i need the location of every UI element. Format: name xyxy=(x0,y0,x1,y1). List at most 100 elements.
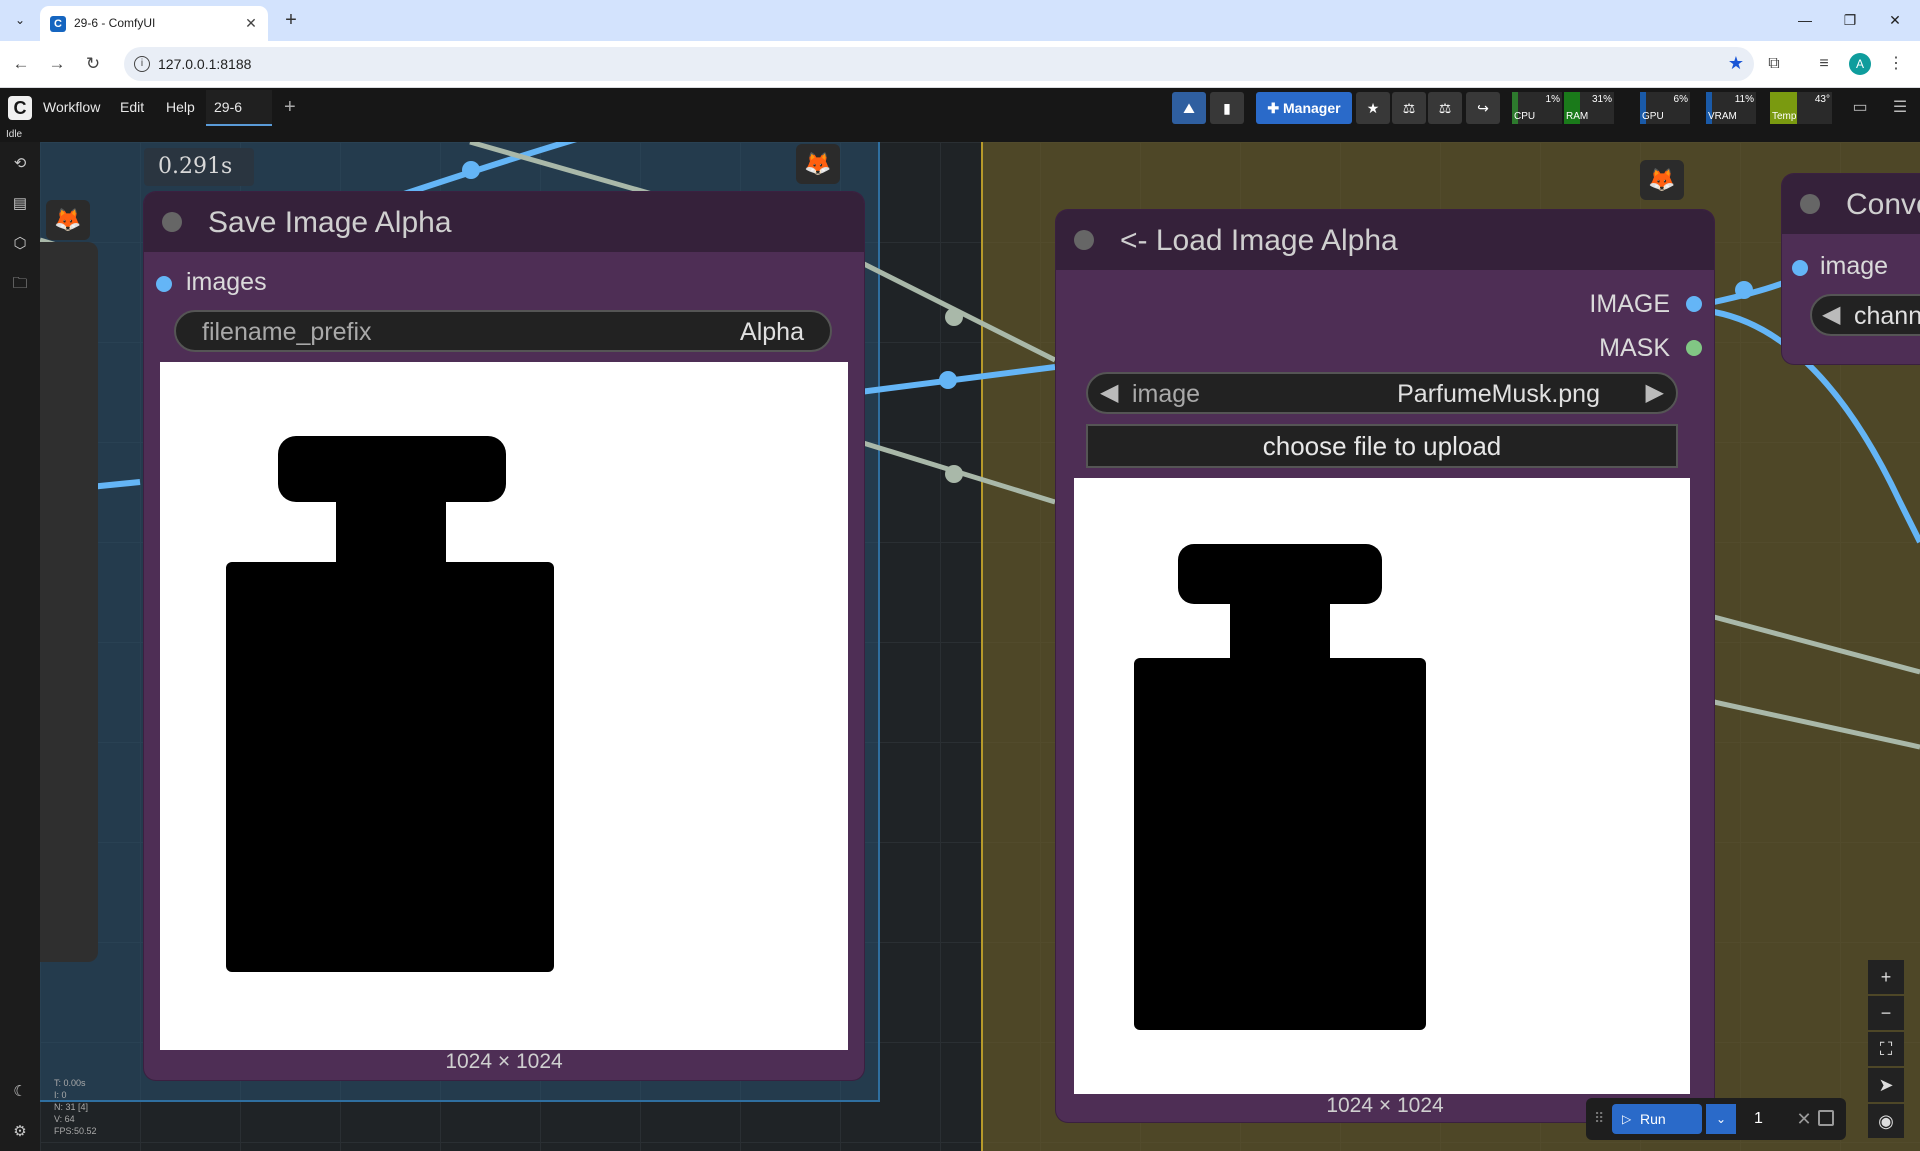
load-image-alpha-node[interactable]: <- Load Image Alpha IMAGE MASK ◀ image P… xyxy=(1056,210,1714,1122)
canvas-info: T: 0.00s I: 0 N: 31 [4] V: 64 FPS:50.52 xyxy=(54,1077,97,1137)
metric-temp-label: Temp xyxy=(1772,111,1797,122)
pointer-mode-icon[interactable]: ➤ xyxy=(1868,1068,1904,1102)
close-window-icon[interactable]: ✕ xyxy=(1880,8,1910,32)
wire-reroute-dot[interactable] xyxy=(945,308,963,326)
visibility-icon[interactable]: ◉ xyxy=(1868,1104,1904,1138)
channel-widget[interactable]: ◀ chann xyxy=(1810,294,1920,336)
convert-node-partial[interactable]: Conve image ◀ chann xyxy=(1782,174,1920,364)
info-n: N: 31 [4] xyxy=(54,1102,89,1112)
graph-canvas[interactable]: 🦊 0.291s 🦊 🦊 Save Image Alpha images fil… xyxy=(40,142,1920,1151)
site-info-icon[interactable]: i xyxy=(134,56,150,72)
tab-close-icon[interactable]: ✕ xyxy=(242,14,260,32)
star-icon[interactable]: ★ xyxy=(1356,92,1390,124)
media-icon[interactable]: ≡ xyxy=(1812,52,1836,76)
bottle-body xyxy=(226,562,554,972)
bookmark-star-icon[interactable]: ★ xyxy=(1728,53,1744,74)
minimize-icon[interactable]: — xyxy=(1790,8,1820,32)
prev-arrow-icon[interactable]: ◀ xyxy=(1822,300,1840,329)
image-dimensions: 1024 × 1024 xyxy=(445,1050,563,1073)
wire-reroute-dot[interactable] xyxy=(945,465,963,483)
run-button[interactable]: ▷ Run xyxy=(1612,1104,1702,1134)
new-tab-button[interactable]: + xyxy=(278,8,304,34)
partial-node-left[interactable] xyxy=(40,242,98,962)
input-label-image: image xyxy=(1820,252,1889,280)
input-slot-image[interactable] xyxy=(1792,260,1808,276)
output-slot-mask[interactable] xyxy=(1686,340,1702,356)
run-mode-dropdown-icon[interactable]: ⌄ xyxy=(1706,1104,1736,1134)
forward-icon[interactable]: → xyxy=(44,51,70,77)
wire-reroute-dot[interactable] xyxy=(462,161,480,179)
node-title: <- Load Image Alpha xyxy=(1120,224,1398,257)
settings-gear-icon[interactable]: ⚙ xyxy=(8,1120,32,1144)
widget-value: Alpha xyxy=(740,318,804,346)
prev-arrow-icon[interactable]: ◀ xyxy=(1100,378,1118,407)
image-preview xyxy=(1074,478,1690,1094)
bookmark-icon[interactable]: ▮ xyxy=(1210,92,1244,124)
add-workflow-icon[interactable]: + xyxy=(284,96,296,119)
menu-workflow[interactable]: Workflow xyxy=(43,99,100,115)
input-slot-images[interactable] xyxy=(156,276,172,292)
wire-reroute-dot[interactable] xyxy=(1735,281,1753,299)
fox-badge-icon[interactable]: 🦊 xyxy=(1640,160,1684,200)
status-text: Idle xyxy=(0,128,1920,142)
scale-icon[interactable]: ⚖ xyxy=(1392,92,1426,124)
batch-count-input[interactable]: 1 xyxy=(1746,1104,1790,1134)
next-arrow-icon[interactable]: ▶ xyxy=(1646,378,1664,407)
comfy-logo-icon[interactable]: C xyxy=(8,96,32,120)
history-icon[interactable]: ⟲ xyxy=(8,152,32,176)
url-text[interactable]: 127.0.0.1:8188 xyxy=(158,56,251,72)
output-slot-image[interactable] xyxy=(1686,296,1702,312)
scale-alt-icon[interactable]: ⚖ xyxy=(1428,92,1462,124)
address-bar[interactable]: i 127.0.0.1:8188 ★ xyxy=(124,47,1754,81)
manager-button[interactable]: ✚ Manager xyxy=(1256,92,1352,124)
browser-menu-icon[interactable]: ⋮ xyxy=(1884,52,1908,76)
browser-tab[interactable]: C 29-6 - ComfyUI ✕ xyxy=(40,6,268,41)
metric-vram-value: 11% xyxy=(1734,94,1754,105)
bottle-neck xyxy=(336,498,446,568)
metric-gpu-label: GPU xyxy=(1642,111,1664,122)
fit-view-icon[interactable]: ⛶ xyxy=(1868,1032,1904,1066)
node-header[interactable]: <- Load Image Alpha xyxy=(1056,210,1714,270)
filename-prefix-widget[interactable]: filename_prefix Alpha xyxy=(174,310,832,352)
theme-toggle-icon[interactable]: ☾ xyxy=(8,1080,32,1104)
metric-gpu-value: 6% xyxy=(1673,94,1688,105)
panel-toggle-icon[interactable]: ▭ xyxy=(1848,96,1872,120)
node-header[interactable]: Conve xyxy=(1782,174,1920,234)
model-icon[interactable]: ⛰ xyxy=(1172,92,1206,124)
node-collapse-dot[interactable] xyxy=(1074,230,1094,250)
reload-icon[interactable]: ↻ xyxy=(80,51,106,77)
wire-reroute-dot[interactable] xyxy=(939,371,957,389)
widget-name: image xyxy=(1132,380,1201,408)
clear-queue-icon[interactable]: ✕ xyxy=(1792,1104,1816,1134)
menu-help[interactable]: Help xyxy=(166,99,195,115)
image-select-widget[interactable]: ◀ image ParfumeMusk.png ▶ xyxy=(1086,372,1678,414)
queue-icon[interactable]: ▤ xyxy=(8,192,32,216)
menu-edit[interactable]: Edit xyxy=(120,99,144,115)
zoom-out-icon[interactable]: − xyxy=(1868,996,1904,1030)
save-image-alpha-node[interactable]: Save Image Alpha images filename_prefix … xyxy=(144,192,864,1080)
drag-handle-icon[interactable]: ⠿ xyxy=(1594,1110,1604,1127)
back-icon[interactable]: ← xyxy=(8,51,34,77)
tab-list-button[interactable]: ⌄ xyxy=(8,9,32,31)
restore-icon[interactable]: ❐ xyxy=(1835,8,1865,32)
hamburger-menu-icon[interactable]: ☰ xyxy=(1888,96,1912,120)
metric-cpu: CPU 1% xyxy=(1512,92,1562,124)
fox-badge-icon[interactable]: 🦊 xyxy=(46,200,90,240)
stop-icon[interactable] xyxy=(1818,1110,1834,1126)
node-library-icon[interactable]: ⬡ xyxy=(8,232,32,256)
comfy-menubar: C Workflow Edit Help 29-6 + xyxy=(0,88,1920,128)
profile-avatar[interactable]: A xyxy=(1849,53,1871,75)
bottle-cap xyxy=(1178,544,1382,604)
zoom-in-icon[interactable]: + xyxy=(1868,960,1904,994)
image-preview xyxy=(160,362,848,1050)
node-collapse-dot[interactable] xyxy=(162,212,182,232)
choose-file-upload-button[interactable]: choose file to upload xyxy=(1086,424,1678,468)
extensions-icon[interactable]: ⧉ xyxy=(1762,52,1786,76)
node-header[interactable]: Save Image Alpha xyxy=(144,192,864,252)
node-collapse-dot[interactable] xyxy=(1800,194,1820,214)
fox-badge-icon[interactable]: 🦊 xyxy=(796,144,840,184)
workflow-tab[interactable]: 29-6 xyxy=(206,90,272,126)
workflows-folder-icon[interactable]: 🗀 xyxy=(8,272,32,296)
metric-gpu: GPU 6% xyxy=(1640,92,1690,124)
share-icon[interactable]: ↪ xyxy=(1466,92,1500,124)
